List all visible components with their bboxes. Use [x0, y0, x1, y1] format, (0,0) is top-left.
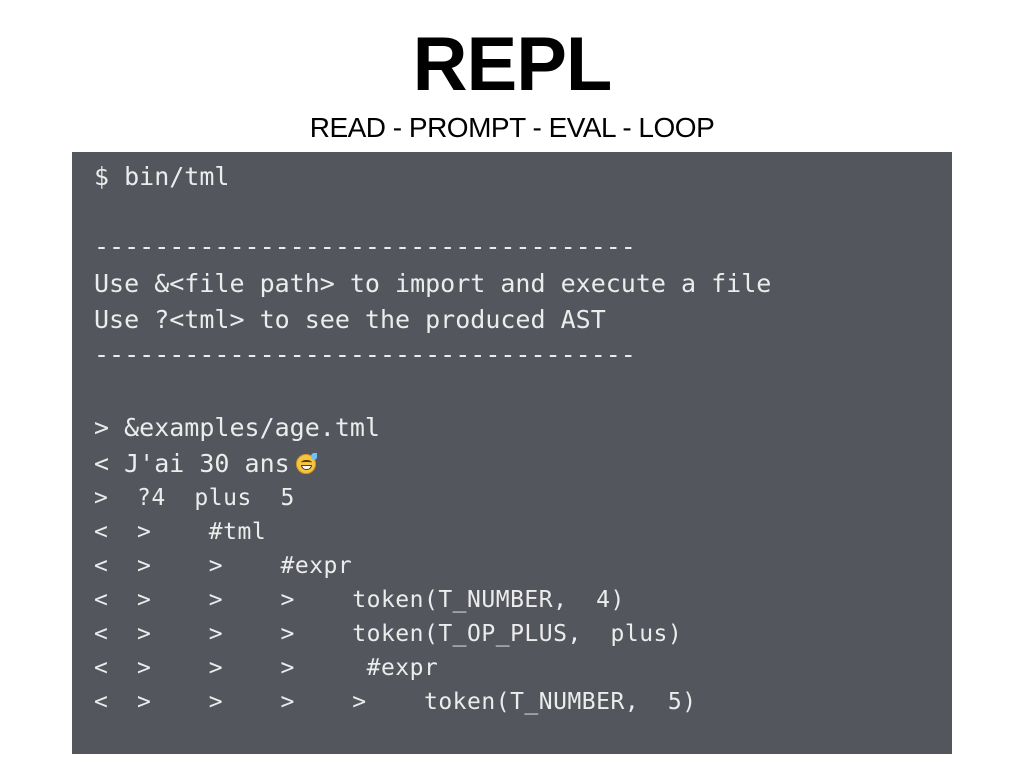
terminal-line-separator-bottom: ------------------------------------ [94, 340, 636, 369]
terminal-line-ast-token-number-5: < > > > > token(T_NUMBER, 5) [94, 689, 697, 715]
terminal-line-output-result: < J'ai 30 ans [94, 449, 317, 479]
slide-subtitle: READ - PROMPT - EVAL - LOOP [309, 112, 715, 143]
terminal-line-ast-tml: < > #tml [94, 519, 267, 545]
terminal-line-ast-token-op-plus: < > > > token(T_OP_PLUS, plus) [94, 621, 683, 647]
terminal-window: $ bin/tml ------------------------------… [72, 152, 952, 754]
terminal-line-ast-nested-expr: < > > > #expr [94, 655, 439, 681]
terminal-line-input-import: > &examples/age.tml [94, 413, 380, 442]
terminal-line-ast-expr: < > > #expr [94, 553, 353, 579]
terminal-line-ast-token-number-4: < > > > token(T_NUMBER, 4) [94, 587, 625, 613]
terminal-line-help-import: Use &<file path> to import and execute a… [94, 269, 772, 298]
terminal-line-input-ast: > ?4 plus 5 [94, 485, 295, 511]
terminal-line-separator-top: ------------------------------------ [94, 232, 636, 261]
terminal-line-command: $ bin/tml [94, 162, 230, 191]
terminal-output-text: < J'ai 30 ans [94, 449, 290, 478]
terminal-line-help-ast: Use ?<tml> to see the produced AST [94, 305, 606, 334]
slide-title: REPL [412, 22, 613, 107]
grinning-sweat-emoji-icon [295, 453, 317, 474]
